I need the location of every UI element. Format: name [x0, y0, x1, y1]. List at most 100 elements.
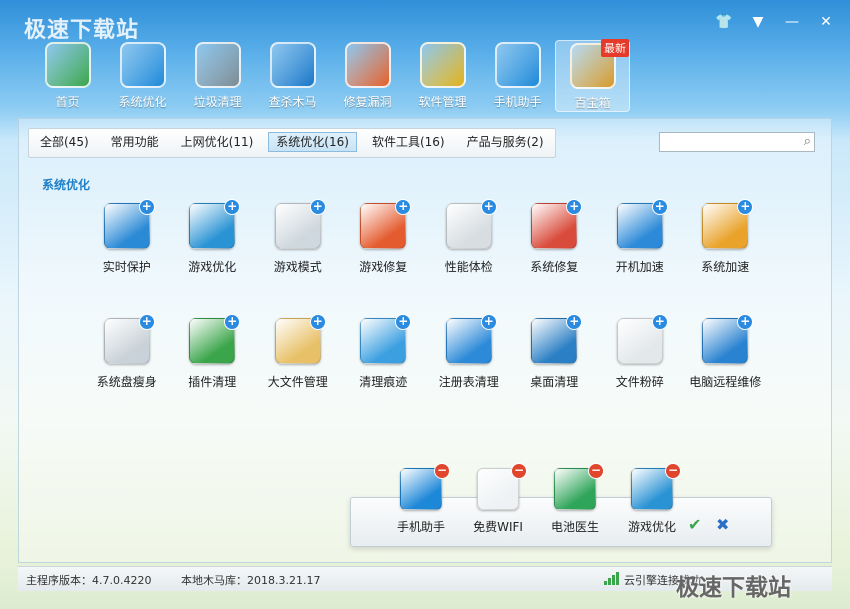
system-repair-icon: +: [531, 199, 583, 249]
close-icon[interactable]: ✕: [816, 14, 836, 30]
toolbar-item-2[interactable]: 垃圾清理: [180, 40, 255, 112]
app-label: 性能体检: [444, 260, 493, 274]
toolbar-item-label: 垃圾清理: [193, 95, 242, 109]
app-tile[interactable]: + 大文件管理: [255, 314, 341, 403]
dock-item[interactable]: − 游戏优化: [628, 463, 681, 535]
toolbar-item-5[interactable]: 软件管理: [405, 40, 480, 112]
app-label: 游戏修复: [359, 260, 408, 274]
add-icon[interactable]: +: [737, 199, 754, 215]
app-tile[interactable]: + 性能体检: [426, 199, 512, 288]
remove-icon[interactable]: −: [511, 463, 527, 479]
remove-icon[interactable]: −: [588, 463, 604, 479]
toolbar-item-3[interactable]: 查杀木马: [255, 40, 330, 112]
registry-icon: +: [445, 314, 497, 364]
tab-5[interactable]: 产品与服务(2): [460, 129, 551, 157]
add-icon[interactable]: +: [309, 314, 326, 330]
boot-speedup-icon: +: [616, 199, 668, 249]
trash-icon: [194, 42, 241, 88]
app-tile[interactable]: + 插件清理: [170, 314, 256, 403]
app-tile[interactable]: + 系统盘瘦身: [84, 314, 170, 403]
app-tile[interactable]: + 注册表清理: [426, 314, 512, 403]
add-icon[interactable]: +: [480, 314, 497, 330]
app-tile[interactable]: + 清理痕迹: [341, 314, 427, 403]
gamepad-icon: +: [274, 199, 326, 249]
tab-4[interactable]: 软件工具(16): [365, 129, 452, 157]
add-icon[interactable]: +: [651, 199, 668, 215]
app-label: 插件清理: [188, 375, 237, 389]
app-label: 实时保护: [102, 260, 151, 274]
app-tile[interactable]: + 游戏修复: [341, 199, 427, 288]
toolbar-item-4[interactable]: 修复漏洞: [330, 40, 405, 112]
new-badge: 最新: [601, 39, 629, 57]
add-icon[interactable]: +: [138, 199, 155, 215]
add-icon[interactable]: +: [138, 314, 155, 330]
dock-item[interactable]: − 电池医生: [551, 463, 604, 535]
confirm-icon[interactable]: ✔: [688, 515, 701, 534]
folder-icon: +: [274, 314, 326, 364]
game-repair-icon: +: [360, 199, 412, 249]
eraser-icon: +: [360, 314, 412, 364]
add-icon[interactable]: +: [651, 314, 668, 330]
dock-item[interactable]: − 免费WIFI: [473, 463, 527, 535]
dock-item[interactable]: − 手机助手: [397, 463, 450, 535]
phone-assistant-icon: [494, 42, 541, 88]
app-tile[interactable]: + 游戏模式: [255, 199, 341, 288]
tab-2[interactable]: 上网优化(11): [174, 129, 261, 157]
search-box[interactable]: ⌕: [659, 132, 815, 152]
add-icon[interactable]: +: [737, 314, 754, 330]
minimize-icon[interactable]: —: [782, 14, 802, 30]
toolbar-item-label: 修复漏洞: [343, 95, 392, 109]
app-label: 桌面清理: [530, 375, 579, 389]
app-tile[interactable]: + 开机加速: [597, 199, 683, 288]
tab-3[interactable]: 系统优化(16): [268, 132, 357, 152]
app-label: 大文件管理: [267, 375, 328, 389]
battery-icon: −: [554, 463, 604, 510]
menu-icon[interactable]: ▼: [748, 14, 768, 30]
toolbar-item-7[interactable]: 百宝箱 最新: [555, 39, 630, 112]
dock-apps: − 手机助手 − 免费WIFI − 电池医生 − 游戏优化: [397, 463, 681, 535]
trojan-db-text: 本地木马库：2018.3.21.17: [181, 574, 321, 587]
shield-fix-icon: [344, 42, 391, 88]
add-icon[interactable]: +: [395, 314, 412, 330]
remove-icon[interactable]: −: [434, 463, 450, 479]
add-icon[interactable]: +: [566, 199, 583, 215]
home-icon: [44, 42, 91, 88]
add-icon[interactable]: +: [395, 199, 412, 215]
toolbar-item-1[interactable]: 系统优化: [105, 40, 180, 112]
app-tile[interactable]: + 实时保护: [84, 199, 170, 288]
add-icon[interactable]: +: [224, 199, 241, 215]
remote-repair-icon: +: [702, 314, 754, 364]
cancel-icon[interactable]: ✖: [716, 515, 729, 534]
shredder-icon: +: [616, 314, 668, 364]
skin-icon[interactable]: 👕: [714, 14, 734, 30]
app-label: 注册表清理: [438, 375, 499, 389]
app-tile[interactable]: + 系统修复: [512, 199, 598, 288]
game-optimize-icon: +: [189, 199, 241, 249]
toolbar-item-6[interactable]: 手机助手: [480, 40, 555, 112]
app-label: 游戏模式: [273, 260, 322, 274]
window-controls: 👕 ▼ — ✕: [714, 14, 836, 30]
add-icon[interactable]: +: [566, 314, 583, 330]
app-label: 开机加速: [615, 260, 664, 274]
toolbar-item-0[interactable]: 首页: [30, 40, 105, 112]
dock-item-label: 免费WIFI: [473, 520, 523, 534]
dock-item-label: 手机助手: [397, 520, 446, 534]
add-icon[interactable]: +: [480, 199, 497, 215]
search-input[interactable]: [664, 134, 798, 152]
app-tile[interactable]: + 系统加速: [683, 199, 769, 288]
app-tile[interactable]: + 游戏优化: [170, 199, 256, 288]
app-label: 系统盘瘦身: [96, 375, 157, 389]
search-icon[interactable]: ⌕: [804, 134, 811, 149]
app-tile[interactable]: + 文件粉碎: [597, 314, 683, 403]
tab-0[interactable]: 全部(45): [33, 129, 96, 157]
app-tile[interactable]: + 电脑远程维修: [683, 314, 769, 403]
tab-1[interactable]: 常用功能: [104, 129, 166, 157]
app-tile[interactable]: + 桌面清理: [512, 314, 598, 403]
windows-speedup-icon: +: [702, 199, 754, 249]
add-icon[interactable]: +: [309, 199, 326, 215]
add-icon[interactable]: +: [224, 314, 241, 330]
software-icon: [419, 42, 466, 88]
toolbar-item-label: 查杀木马: [268, 95, 317, 109]
remove-icon[interactable]: −: [665, 463, 681, 479]
app-label: 文件粉碎: [615, 375, 664, 389]
